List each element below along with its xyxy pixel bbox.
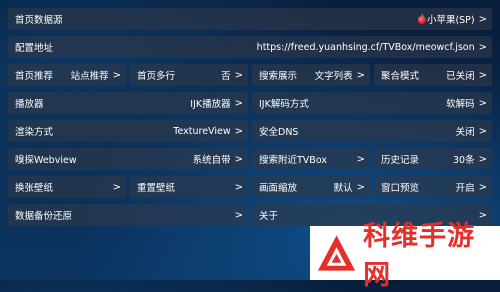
- chevron-right-icon: >: [356, 153, 365, 165]
- setting-value: IJK播放器: [190, 99, 231, 110]
- setting-label: 首页推荐: [15, 71, 54, 82]
- setting-value: 系统自带: [192, 155, 231, 166]
- chevron-right-icon: >: [112, 181, 121, 193]
- watermark: 科维手游网: [310, 221, 500, 291]
- search-nearby-tvbox-setting[interactable]: 搜索附近TVBox >: [252, 148, 370, 170]
- setting-value: 默认: [333, 183, 353, 194]
- reset-wallpaper-setting[interactable]: 重置壁纸 >: [130, 176, 248, 198]
- setting-value: 站点推荐: [70, 71, 109, 82]
- setting-label: 换张壁纸: [15, 183, 54, 194]
- watermark-logo-icon: [317, 235, 356, 271]
- homepage-source-setting[interactable]: 首页数据源 小苹果(SP) >: [8, 8, 492, 30]
- setting-value: 文字列表: [314, 71, 353, 82]
- setting-value: 已关闭: [446, 71, 475, 82]
- setting-label: 搜索附近TVBox: [259, 155, 327, 166]
- homepage-recommend-setting[interactable]: 首页推荐 站点推荐 >: [8, 64, 126, 86]
- setting-value-text: 小苹果(SP): [426, 15, 475, 26]
- chevron-right-icon: >: [478, 181, 487, 193]
- secure-dns-setting[interactable]: 安全DNS 关闭 >: [252, 120, 492, 142]
- chevron-right-icon: >: [478, 13, 487, 25]
- sniff-webview-setting[interactable]: 嗅探Webview 系统自带 >: [8, 148, 248, 170]
- chevron-right-icon: >: [234, 181, 243, 193]
- watermark-text: 科维手游网: [363, 221, 476, 291]
- ijk-decode-setting[interactable]: IJK解码方式 软解码 >: [252, 92, 492, 114]
- setting-label: 聚合模式: [381, 71, 420, 82]
- search-display-setting[interactable]: 搜索展示 文字列表 >: [252, 64, 370, 86]
- config-address-setting[interactable]: 配置地址 https://freed.yuanhsing.cf/TVBox/me…: [8, 36, 492, 58]
- window-preview-setting[interactable]: 窗口预览 开启 >: [374, 176, 492, 198]
- homepage-multiline-setting[interactable]: 首页多行 否 >: [130, 64, 248, 86]
- setting-label: IJK解码方式: [259, 99, 309, 110]
- chevron-right-icon: >: [478, 97, 487, 109]
- setting-label: 关于: [259, 211, 279, 222]
- chevron-right-icon: >: [234, 69, 243, 81]
- setting-value: 小苹果(SP): [417, 12, 479, 26]
- setting-label: 嗅探Webview: [15, 155, 77, 166]
- setting-label: 画面缩放: [259, 183, 298, 194]
- setting-value: 软解码: [446, 99, 475, 110]
- chevron-right-icon: >: [234, 125, 243, 137]
- setting-label: 首页数据源: [15, 15, 63, 26]
- chevron-right-icon: >: [478, 153, 487, 165]
- setting-value: 开启: [455, 183, 475, 194]
- aggregate-mode-setting[interactable]: 聚合模式 已关闭 >: [374, 64, 492, 86]
- setting-value: 否: [221, 71, 231, 82]
- history-setting[interactable]: 历史记录 30条 >: [374, 148, 492, 170]
- setting-label: 首页多行: [137, 71, 176, 82]
- data-backup-setting[interactable]: 数据备份还原 >: [8, 204, 248, 226]
- setting-label: 历史记录: [381, 155, 420, 166]
- change-wallpaper-setting[interactable]: 换张壁纸 >: [8, 176, 126, 198]
- setting-value: 30条: [453, 155, 475, 166]
- setting-value: 关闭: [455, 127, 475, 138]
- chevron-right-icon: >: [478, 41, 487, 53]
- setting-label: 搜索展示: [259, 71, 298, 82]
- chevron-right-icon: >: [356, 69, 365, 81]
- screen-zoom-setting[interactable]: 画面缩放 默认 >: [252, 176, 370, 198]
- player-setting[interactable]: 播放器 IJK播放器 >: [8, 92, 248, 114]
- chevron-right-icon: >: [478, 69, 487, 81]
- apple-icon: [417, 14, 426, 24]
- chevron-right-icon: >: [234, 153, 243, 165]
- render-mode-setting[interactable]: 渲染方式 TextureView >: [8, 120, 248, 142]
- setting-label: 数据备份还原: [15, 211, 73, 222]
- setting-label: 窗口预览: [381, 183, 420, 194]
- chevron-right-icon: >: [112, 69, 121, 81]
- chevron-right-icon: >: [234, 97, 243, 109]
- chevron-right-icon: >: [234, 209, 243, 221]
- chevron-right-icon: >: [478, 125, 487, 137]
- setting-label: 安全DNS: [259, 127, 299, 138]
- setting-label: 渲染方式: [15, 127, 54, 138]
- setting-label: 重置壁纸: [137, 183, 176, 194]
- chevron-right-icon: >: [356, 181, 365, 193]
- setting-label: 播放器: [15, 99, 44, 110]
- setting-value: TextureView: [173, 125, 231, 137]
- setting-label: 配置地址: [15, 43, 54, 54]
- setting-value: https://freed.yuanhsing.cf/TVBox/meowcf.…: [256, 41, 475, 53]
